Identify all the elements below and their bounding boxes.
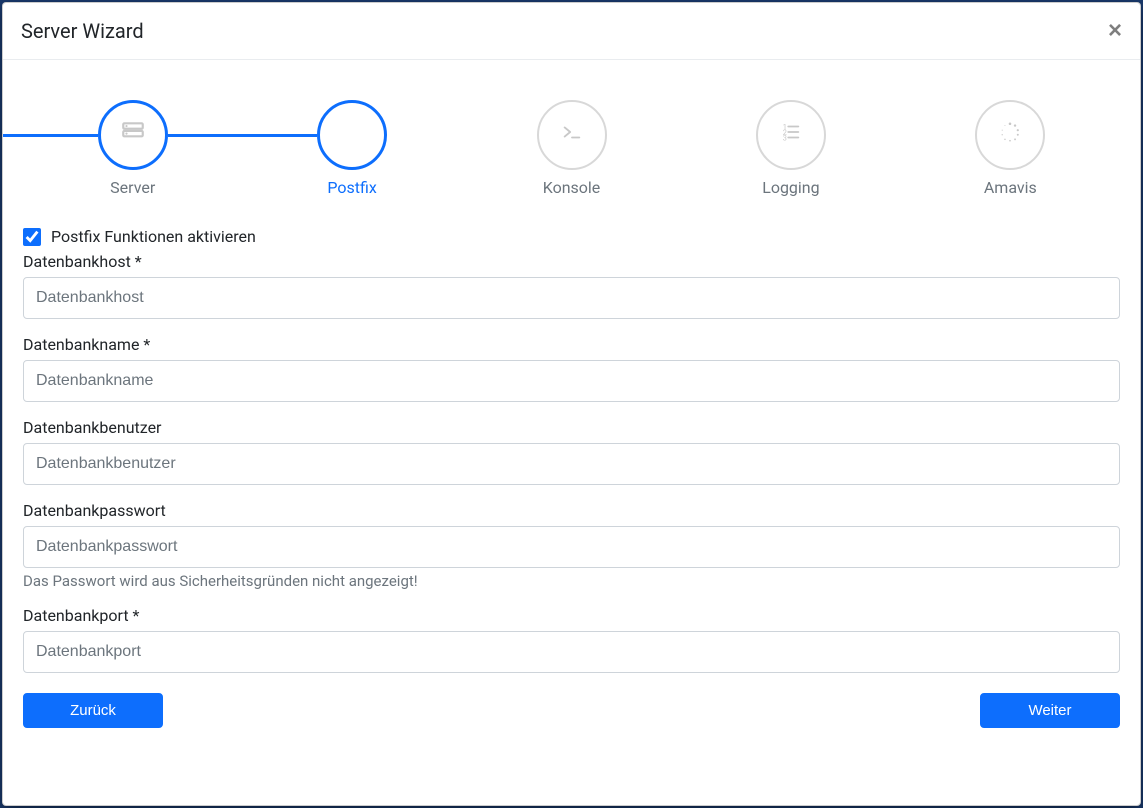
postfix-activate-label: Postfix Funktionen aktivieren <box>51 227 256 246</box>
db-user-label: Datenbankbenutzer <box>23 418 1120 437</box>
db-port-label: Datenbankport * <box>23 606 1120 625</box>
db-port-group: Datenbankport * <box>23 606 1120 673</box>
step-label-konsole: Konsole <box>543 178 601 197</box>
wizard-stepper: Server Postfix Konsole <box>23 100 1120 197</box>
db-name-input[interactable] <box>23 360 1120 402</box>
step-logging[interactable]: 1 2 3 Logging <box>681 100 900 197</box>
step-konsole[interactable]: Konsole <box>462 100 681 197</box>
modal-body: Server Postfix Konsole <box>3 60 1140 805</box>
step-amavis[interactable]: Amavis <box>901 100 1120 197</box>
db-pass-label: Datenbankpasswort <box>23 501 1120 520</box>
step-server[interactable]: Server <box>23 100 242 197</box>
step-label-postfix: Postfix <box>327 178 376 197</box>
modal-title: Server Wizard <box>21 19 144 43</box>
db-host-input[interactable] <box>23 277 1120 319</box>
db-user-group: Datenbankbenutzer <box>23 418 1120 485</box>
step-label-logging: Logging <box>762 178 819 197</box>
svg-text:3: 3 <box>783 133 787 142</box>
wizard-button-row: Zurück Weiter <box>23 693 1120 728</box>
db-pass-input[interactable] <box>23 526 1120 568</box>
terminal-icon <box>561 121 583 149</box>
step-label-server: Server <box>110 178 155 197</box>
close-button[interactable]: × <box>1108 19 1122 43</box>
spinner-icon <box>999 121 1021 149</box>
step-postfix[interactable]: Postfix <box>242 100 461 197</box>
db-pass-group: Datenbankpasswort Das Passwort wird aus … <box>23 501 1120 590</box>
db-name-group: Datenbankname * <box>23 335 1120 402</box>
postfix-activate-row: Postfix Funktionen aktivieren <box>23 227 1120 246</box>
postfix-activate-checkbox[interactable] <box>23 228 41 246</box>
db-host-group: Datenbankhost * <box>23 252 1120 319</box>
db-pass-help: Das Passwort wird aus Sicherheitsgründen… <box>23 572 1120 590</box>
db-host-label: Datenbankhost * <box>23 252 1120 271</box>
step-label-amavis: Amavis <box>984 178 1037 197</box>
next-button[interactable]: Weiter <box>980 693 1120 728</box>
list-icon: 1 2 3 <box>780 121 802 149</box>
server-wizard-modal: Server Wizard × <box>2 2 1141 806</box>
server-icon <box>120 119 146 151</box>
db-port-input[interactable] <box>23 631 1120 673</box>
db-name-label: Datenbankname * <box>23 335 1120 354</box>
modal-header: Server Wizard × <box>3 3 1140 60</box>
db-user-input[interactable] <box>23 443 1120 485</box>
back-button[interactable]: Zurück <box>23 693 163 728</box>
